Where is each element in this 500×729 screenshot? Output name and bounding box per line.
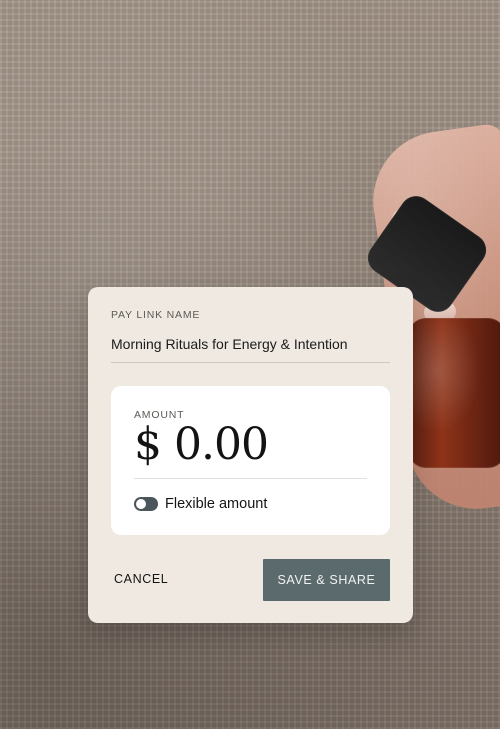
pay-link-modal: PAY LINK NAME Morning Rituals for Energy… bbox=[88, 287, 413, 623]
flexible-amount-row[interactable]: Flexible amount bbox=[134, 496, 267, 512]
pay-link-name-divider bbox=[111, 362, 390, 363]
cancel-button[interactable]: CANCEL bbox=[114, 572, 168, 586]
modal-content: PAY LINK NAME Morning Rituals for Energy… bbox=[111, 287, 390, 623]
amount-divider bbox=[134, 478, 367, 479]
toggle-knob bbox=[136, 499, 146, 509]
amount-panel: AMOUNT $ 0.00 Flexible amount bbox=[111, 386, 390, 535]
save-share-button[interactable]: SAVE & SHARE bbox=[263, 559, 390, 601]
toggle-icon[interactable] bbox=[134, 497, 158, 511]
jar-graphic bbox=[408, 318, 500, 468]
flexible-amount-label: Flexible amount bbox=[165, 496, 268, 512]
pay-link-name-label: PAY LINK NAME bbox=[111, 309, 201, 321]
amount-value[interactable]: $ 0.00 bbox=[134, 423, 269, 467]
pay-link-name-value[interactable]: Morning Rituals for Energy & Intention bbox=[111, 336, 348, 352]
